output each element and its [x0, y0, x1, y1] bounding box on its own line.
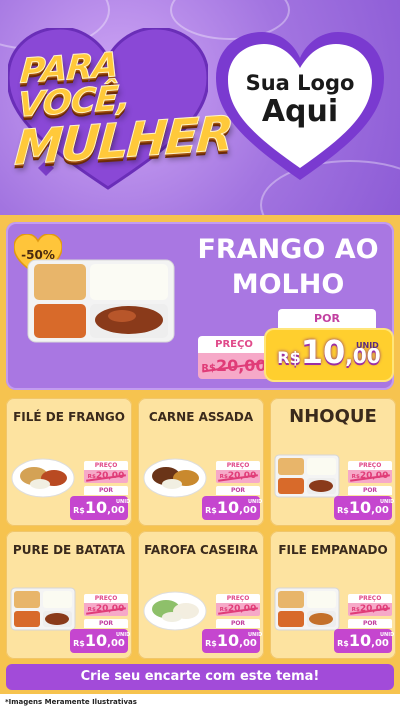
new-price-cents: ,00: [107, 505, 125, 516]
preco-label: PREÇO: [216, 594, 260, 603]
por-label: POR: [216, 486, 260, 495]
new-price-cents: ,00: [371, 505, 389, 516]
new-price-cents: ,00: [107, 638, 125, 649]
disclaimer: *Imagens Meramente Ilustrativas: [5, 698, 137, 706]
preco-label: PREÇO: [84, 594, 128, 603]
logo-placeholder: Sua Logo Aqui: [212, 71, 388, 130]
headline: PARA VOCÊ, MULHER: [12, 42, 234, 177]
new-price-cents: ,00: [239, 505, 257, 516]
preco-label: PREÇO: [84, 461, 128, 470]
preco-label: PREÇO: [348, 594, 392, 603]
por-label: POR: [84, 619, 128, 628]
cta-banner[interactable]: Crie seu encarte com este tema!: [6, 664, 394, 690]
por-label: POR: [348, 486, 392, 495]
tray-meal-icon: [274, 454, 340, 500]
new-price-currency: R$: [277, 348, 301, 367]
logo-line1: Sua Logo: [245, 71, 355, 95]
plate-chicken-icon: [10, 454, 76, 500]
preco-label: PREÇO: [348, 461, 392, 470]
preco-label: PREÇO: [198, 336, 270, 353]
meal-tray-icon: [27, 259, 175, 343]
unit-label: UNID: [356, 341, 379, 350]
new-price-int: 10: [216, 631, 240, 650]
tray-meal-icon: [10, 587, 76, 633]
unit-label: UNID: [116, 499, 131, 505]
new-price-cents: ,00: [371, 638, 389, 649]
tray-meal-icon: [274, 587, 340, 633]
unit-label: UNID: [248, 632, 263, 638]
new-price-int: 10: [348, 631, 372, 650]
new-price-int: 10: [84, 498, 108, 517]
new-price-currency: R$: [73, 639, 85, 648]
product-name: CARNE ASSADA: [148, 410, 254, 424]
new-price-currency: R$: [337, 506, 349, 515]
new-price-currency: R$: [205, 639, 217, 648]
product-name: NHOQUE: [289, 406, 377, 427]
unit-label: UNID: [380, 499, 395, 505]
new-price-cents: ,00: [239, 638, 257, 649]
unit-label: UNID: [380, 632, 395, 638]
new-price-int: 10: [348, 498, 372, 517]
new-price-currency: R$: [337, 639, 349, 648]
bowl-rice-icon: [142, 587, 208, 633]
por-label: POR: [216, 619, 260, 628]
product-name: FAROFA CASEIRA: [144, 543, 258, 557]
plate-beef-icon: [142, 454, 208, 500]
por-label: POR: [348, 619, 392, 628]
por-label: POR: [84, 486, 128, 495]
featured-product-name: FRANGO AO MOLHO: [197, 234, 379, 301]
new-price-int: 10: [216, 498, 240, 517]
new-price-currency: R$: [73, 506, 85, 515]
por-label: POR: [278, 309, 376, 329]
new-price-int: 10: [300, 333, 346, 371]
new-price-int: 10: [84, 631, 108, 650]
logo-line2: Aqui: [261, 94, 339, 130]
headline-line2: MULHER: [12, 105, 234, 177]
new-price-currency: R$: [205, 506, 217, 515]
product-name: PURE DE BATATA: [12, 543, 126, 557]
preco-label: PREÇO: [216, 461, 260, 470]
unit-label: UNID: [116, 632, 131, 638]
product-name: FILÉ DE FRANGO: [13, 410, 125, 424]
product-name: FILE EMPANADO: [278, 543, 388, 557]
unit-label: UNID: [248, 499, 263, 505]
new-price: R$10,00: [266, 333, 392, 371]
